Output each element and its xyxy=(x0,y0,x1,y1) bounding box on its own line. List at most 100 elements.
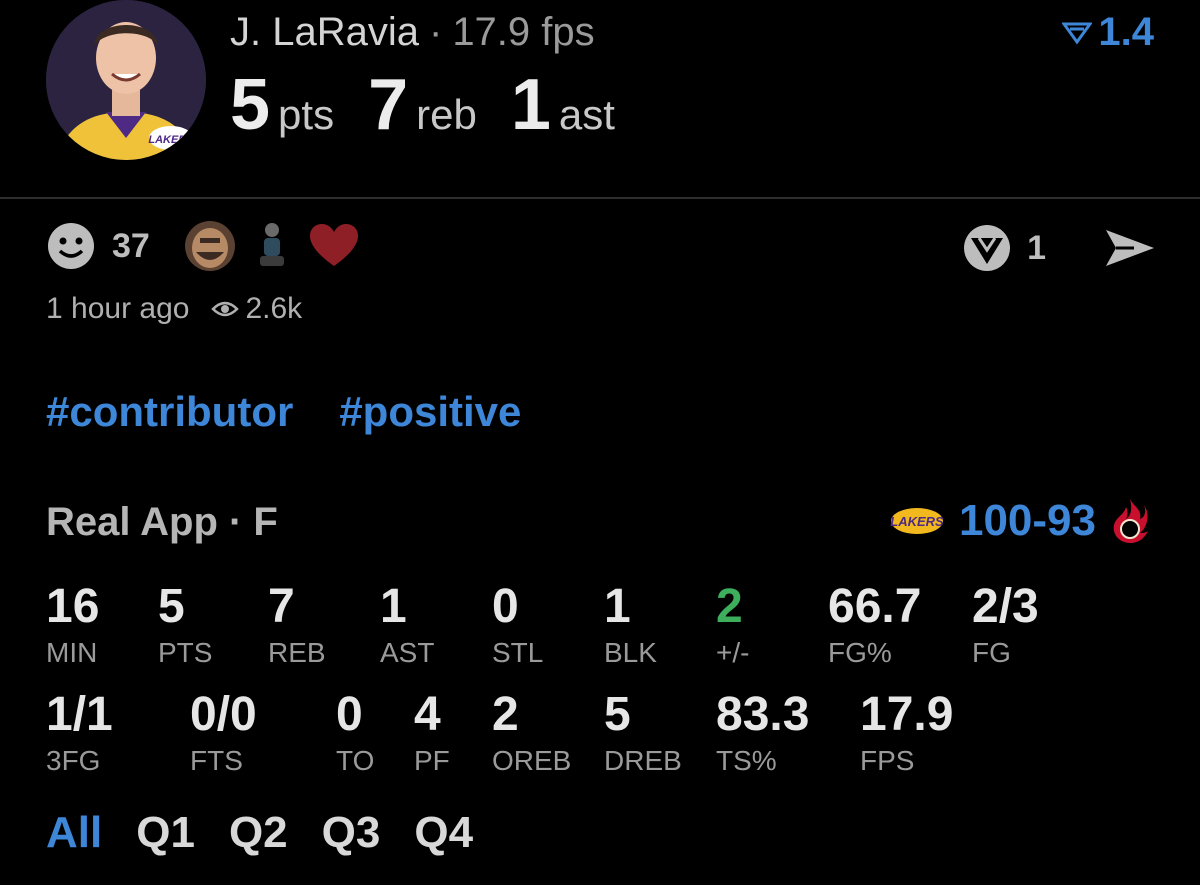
stat-label: PF xyxy=(414,745,450,776)
header-divider xyxy=(0,197,1200,199)
stat-fg: 2/3 FG xyxy=(972,582,1039,670)
stat-value: 1 xyxy=(604,580,631,633)
post-meta: 1 hour ago 2.6k xyxy=(46,292,302,326)
stat-value: 0/0 xyxy=(190,688,257,741)
headline-reb-value: 7 xyxy=(368,65,409,145)
headline-reb-unit: reb xyxy=(416,91,477,138)
tag-positive[interactable]: #positive xyxy=(339,388,521,436)
player-name[interactable]: J. LaRavia xyxy=(230,10,419,54)
headline-pts-value: 5 xyxy=(230,65,271,145)
stat-label: STL xyxy=(492,637,544,668)
smiley-reaction-icon[interactable] xyxy=(46,221,96,271)
badge-count: 1 xyxy=(1027,228,1046,267)
view-count-value: 2.6k xyxy=(245,292,303,325)
stat-to: 0 TO xyxy=(336,690,374,778)
stat-value: 2/3 xyxy=(972,580,1039,633)
hashtags: #contributor #positive xyxy=(46,388,521,436)
tab-q2[interactable]: Q2 xyxy=(229,808,288,858)
home-score: 100 xyxy=(958,496,1033,545)
svg-text:LAKERS: LAKERS xyxy=(890,514,944,529)
time-ago: 1 hour ago xyxy=(46,292,190,325)
stat-label: +/- xyxy=(716,637,750,668)
stat-blk: 1 BLK xyxy=(604,582,657,670)
stat-ts-pct: 83.3 TS% xyxy=(716,690,809,778)
stat-value: 2 xyxy=(716,580,743,633)
shield-badge-icon[interactable] xyxy=(961,222,1013,274)
stat-value: 5 xyxy=(604,688,631,741)
stat-plus-minus: 2 +/- xyxy=(716,582,749,670)
tab-all[interactable]: All xyxy=(46,808,102,858)
reaction-count: 37 xyxy=(112,226,150,265)
stat-label: BLK xyxy=(604,637,657,668)
heat-logo-icon xyxy=(1113,499,1148,543)
stat-label: TS% xyxy=(716,745,777,776)
stat-value: 16 xyxy=(46,580,100,633)
stat-fps: 17.9 FPS xyxy=(860,690,953,778)
headline-ast-unit: ast xyxy=(558,91,615,138)
player-avatar[interactable]: LAKERS xyxy=(46,0,206,160)
stat-min: 16 MIN xyxy=(46,582,99,670)
view-count: 2.6k xyxy=(211,292,302,326)
heart-icon[interactable] xyxy=(308,222,360,270)
share-send-icon[interactable] xyxy=(1104,228,1156,268)
game-label: Real App · F xyxy=(46,500,278,544)
stat-value: 4 xyxy=(414,688,441,741)
stat-label: AST xyxy=(380,637,435,668)
stat-value: 83.3 xyxy=(716,688,810,741)
stat-value: 1 xyxy=(380,580,407,633)
player-photo: LAKERS xyxy=(46,0,206,160)
stat-ast: 1 AST xyxy=(380,582,434,670)
title-separator: · xyxy=(428,10,443,54)
game-score[interactable]: LAKERS 100-93 xyxy=(889,496,1150,546)
svg-text:LAKERS: LAKERS xyxy=(148,134,194,146)
headline-ast-value: 1 xyxy=(510,65,551,145)
stat-3fg: 1/1 3FG xyxy=(46,690,113,778)
player-fps: 17.9 fps xyxy=(452,10,595,54)
tab-q1[interactable]: Q1 xyxy=(136,808,195,858)
reactions-bar: 37 xyxy=(46,218,360,274)
stat-label: MIN xyxy=(46,637,98,668)
stat-value: 0 xyxy=(336,688,363,741)
stat-fts: 0/0 FTS xyxy=(190,690,257,778)
stat-oreb: 2 OREB xyxy=(492,690,571,778)
tag-contributor[interactable]: #contributor xyxy=(46,388,293,436)
stat-value: 2 xyxy=(492,688,519,741)
player-title-line: J. LaRavia · 17.9 fps xyxy=(230,10,595,55)
stat-label: FG% xyxy=(828,637,892,668)
stat-value: 0 xyxy=(492,580,519,633)
headline-stats: 5 pts 7 reb 1 ast xyxy=(230,64,649,146)
stat-reb: 7 REB xyxy=(268,582,326,670)
stat-label: FG xyxy=(972,637,1011,668)
stat-value: 5 xyxy=(158,580,185,633)
stat-value: 17.9 xyxy=(860,688,954,741)
stat-label: REB xyxy=(268,637,326,668)
quarter-tabs: All Q1 Q2 Q3 Q4 xyxy=(46,808,473,858)
rating-arrow-icon xyxy=(1062,22,1093,45)
stat-dreb: 5 DREB xyxy=(604,690,682,778)
score-text: 100-93 xyxy=(959,496,1096,546)
eye-icon xyxy=(211,301,240,317)
sitting-person-emoji-icon[interactable] xyxy=(252,220,292,272)
laughing-man-emoji-icon[interactable] xyxy=(184,220,236,272)
score-dash: - xyxy=(1032,496,1048,545)
post-actions: 1 xyxy=(961,222,1156,274)
stat-value: 7 xyxy=(268,580,295,633)
stat-value: 66.7 xyxy=(828,580,922,633)
lakers-logo-icon: LAKERS xyxy=(890,508,944,534)
away-score: 93 xyxy=(1047,496,1096,545)
stat-label: PTS xyxy=(158,637,213,668)
stat-value: 1/1 xyxy=(46,688,113,741)
stat-label: OREB xyxy=(492,745,572,776)
stat-fg-pct: 66.7 FG% xyxy=(828,582,921,670)
rating-value: 1.4 xyxy=(1098,10,1154,54)
rating-badge[interactable]: 1.4 xyxy=(1062,10,1154,55)
stat-label: FTS xyxy=(190,745,243,776)
stat-stl: 0 STL xyxy=(492,582,543,670)
tab-q4[interactable]: Q4 xyxy=(414,808,473,858)
stat-label: 3FG xyxy=(46,745,101,776)
stat-pts: 5 PTS xyxy=(158,582,212,670)
headline-pts-unit: pts xyxy=(278,91,335,138)
stat-label: FPS xyxy=(860,745,915,776)
stat-label: DREB xyxy=(604,745,682,776)
tab-q3[interactable]: Q3 xyxy=(322,808,381,858)
